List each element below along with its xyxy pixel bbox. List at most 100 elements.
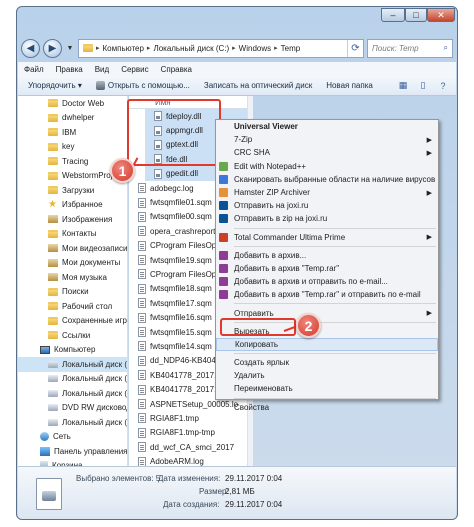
nav-item-label: Мои видеозаписи [62,243,128,253]
menu-view[interactable]: Вид [95,65,109,74]
breadcrumb-temp[interactable]: Temp [281,44,301,53]
context-menu-item[interactable]: Переименовать [216,382,438,395]
new-folder-button[interactable]: Новая папка [326,81,373,90]
context-menu-item[interactable]: Копировать [216,337,438,351]
nav-item-label: Компьютер [54,345,96,355]
burn-label: Записать на оптический диск [203,81,313,90]
address-bar[interactable]: ▸ Компьютер ▸ Локальный диск (C:) ▸ Wind… [78,38,364,58]
nav-item[interactable]: Локальный диск (D [18,372,127,387]
context-menu-label: Total Commander Ultima Prime [234,232,346,242]
menu-help[interactable]: Справка [161,65,192,74]
context-menu-item[interactable]: Создать ярлык [216,356,438,369]
back-button[interactable]: ◀ [21,38,40,58]
nav-item[interactable]: Doctor Web [18,96,127,111]
chevron-right-icon: ▸ [274,45,278,52]
nav-item[interactable]: IBM [18,125,127,140]
nav-item[interactable]: Локальный диск (H [18,415,127,430]
context-menu-label: Добавить в архив "Temp.rar" и отправить … [234,290,421,300]
nav-item[interactable]: Мои видеозаписи [18,241,127,256]
nav-item[interactable]: Локальный диск (E [18,386,127,401]
context-menu-item[interactable]: Свойства [216,401,438,414]
nav-item[interactable]: Моя музыка [18,270,127,285]
modified-label: Дата изменения: [158,474,221,483]
nav-item[interactable]: Поиски [18,285,127,300]
nav-item[interactable]: Сохраненные игры [18,314,127,329]
nav-item-label: Панель управления [54,446,128,456]
maximize-button[interactable]: □ [405,8,427,22]
context-menu-item[interactable]: CRC SHA ▶ [216,146,438,159]
help-icon[interactable]: ? [436,79,450,92]
nav-item[interactable]: Мои документы [18,256,127,271]
file-name: fwtsqmfile18.sqm [150,284,212,294]
nav-item[interactable]: Ссылки [18,328,127,343]
nav-item[interactable]: Панель управления [18,444,127,459]
menu-file[interactable]: Файл [24,65,44,74]
refresh-icon[interactable]: ⟳ [347,39,363,57]
nav-item[interactable]: DVD RW дисковод ( [18,401,127,416]
context-menu-item[interactable]: Total Commander Ultima Prime ▶ [216,231,438,244]
file-row[interactable]: AdobeARM.log [129,454,247,466]
folder-icon [48,157,58,166]
chevron-right-icon: ▸ [96,45,100,52]
nav-item[interactable]: Сеть [18,430,127,445]
breadcrumb-drive-c[interactable]: Локальный диск (C:) [153,44,229,53]
context-menu-item[interactable]: 7-Zip ▶ [216,133,438,146]
open-with-button[interactable]: Открыть с помощью... [95,81,190,90]
control-panel-icon [40,446,50,456]
organize-button[interactable]: Упорядочить ▾ [28,81,82,90]
nav-item-label: key [62,142,75,152]
context-menu-item[interactable]: Добавить в архив "Temp.rar" и отправить … [216,288,438,301]
context-menu-item[interactable]: Удалить [216,369,438,382]
new-folder-label: Новая папка [326,81,373,90]
context-menu-item[interactable]: Сканировать выбранные области на наличие… [216,173,438,186]
library-icon [48,244,58,253]
view-controls: ▦ ▯ ? [396,79,450,92]
close-button[interactable]: ✕ [427,8,455,22]
burn-button[interactable]: Записать на оптический диск [204,81,312,90]
nav-item[interactable]: ★ Избранное [18,198,127,213]
nav-item[interactable]: key [18,140,127,155]
context-menu-item[interactable]: Отправить в zip на joxi.ru [216,212,438,225]
nav-item[interactable]: Изображения [18,212,127,227]
file-row[interactable]: dd_wcf_CA_smci_2017 [129,440,247,454]
context-menu-item[interactable]: Edit with Notepad++ [216,160,438,173]
nav-item[interactable]: Контакты [18,227,127,242]
nav-item[interactable]: Компьютер [18,343,127,358]
context-menu-label: Hamster ZIP Archiver [234,188,310,198]
chevron-down-icon[interactable]: ▼ [65,45,75,52]
file-name: fwtsqmfile19.sqm [150,255,212,265]
nav-item-label: Локальный диск (C [62,359,128,369]
context-menu-item[interactable]: Universal Viewer [216,120,438,133]
nav-item-label: Сохраненные игры [62,316,128,326]
search-icon[interactable]: ⌕ [444,43,448,53]
nav-item[interactable]: Рабочий стол [18,299,127,314]
breadcrumb-computer[interactable]: Компьютер [103,44,144,53]
context-menu-item[interactable]: Добавить в архив "Temp.rar" [216,262,438,275]
nav-item[interactable]: Загрузки [18,183,127,198]
context-menu-item[interactable]: Hamster ZIP Archiver ▶ [216,186,438,199]
open-with-icon [95,81,105,90]
nav-item[interactable]: Локальный диск (C [18,357,127,372]
context-menu-item[interactable]: Добавить в архив и отправить по e-mail..… [216,275,438,288]
nav-item-label: Загрузки [62,185,95,195]
network-icon [40,432,49,442]
context-menu-label: Свойства [234,402,270,412]
view-options-icon[interactable]: ▦ [396,79,410,92]
context-menu-item[interactable]: Добавить в архив... [216,249,438,262]
nav-item[interactable]: Корзина [18,459,127,466]
submenu-arrow-icon: ▶ [426,310,432,318]
menu-tools[interactable]: Сервис [121,65,148,74]
modified-value: 29.11.2017 0:04 [225,474,283,483]
forward-button[interactable]: ▶ [43,38,62,58]
minimize-button[interactable]: – [381,8,405,22]
file-name: fwtsqmfile15.sqm [150,327,212,337]
breadcrumb-windows[interactable]: Windows [239,44,271,53]
file-row[interactable]: RGIA8F1.tmp-tmp [129,426,247,440]
menu-edit[interactable]: Правка [56,65,83,74]
context-menu-item[interactable]: Отправить на joxi.ru [216,199,438,212]
folder-icon [48,113,58,122]
nav-item[interactable]: dwhelper [18,111,127,126]
folder-icon [48,331,58,340]
search-input[interactable]: Поиск: Temp ⌕ [367,38,453,58]
preview-pane-icon[interactable]: ▯ [416,79,430,92]
